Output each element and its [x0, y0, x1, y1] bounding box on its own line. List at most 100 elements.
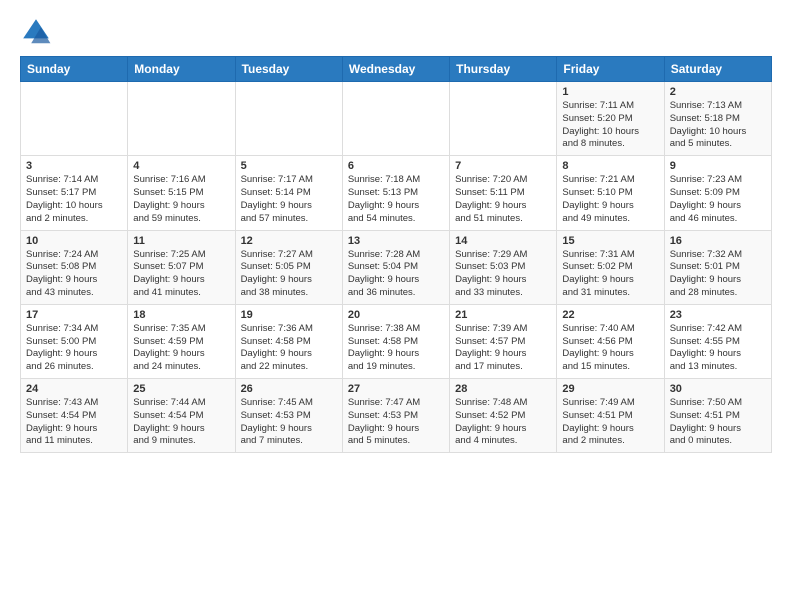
calendar-header-row: SundayMondayTuesdayWednesdayThursdayFrid… [21, 57, 772, 82]
day-number: 29 [562, 383, 658, 395]
calendar-day-cell: 18 Sunrise: 7:35 AM Sunset: 4:59 PM Dayli… [128, 304, 235, 378]
day-number: 8 [562, 160, 658, 172]
calendar-day-cell: 2 Sunrise: 7:13 AM Sunset: 5:18 PM Daylig… [664, 82, 771, 156]
calendar-week-row: 24 Sunrise: 7:43 AM Sunset: 4:54 PM Dayli… [21, 379, 772, 453]
day-info: Sunrise: 7:18 AM Sunset: 5:13 PM Dayligh… [348, 174, 444, 225]
calendar-day-cell: 22 Sunrise: 7:40 AM Sunset: 4:56 PM Dayli… [557, 304, 664, 378]
day-number: 17 [26, 309, 122, 321]
logo-icon [20, 16, 52, 48]
day-info: Sunrise: 7:45 AM Sunset: 4:53 PM Dayligh… [241, 397, 337, 448]
calendar-day-cell: 8 Sunrise: 7:21 AM Sunset: 5:10 PM Daylig… [557, 156, 664, 230]
day-info: Sunrise: 7:28 AM Sunset: 5:04 PM Dayligh… [348, 249, 444, 300]
day-number: 2 [670, 86, 766, 98]
day-number: 3 [26, 160, 122, 172]
day-number: 12 [241, 235, 337, 247]
calendar-day-cell: 6 Sunrise: 7:18 AM Sunset: 5:13 PM Daylig… [342, 156, 449, 230]
day-number: 26 [241, 383, 337, 395]
day-number: 24 [26, 383, 122, 395]
calendar-day-cell: 28 Sunrise: 7:48 AM Sunset: 4:52 PM Dayli… [450, 379, 557, 453]
calendar-day-cell: 3 Sunrise: 7:14 AM Sunset: 5:17 PM Daylig… [21, 156, 128, 230]
day-number: 14 [455, 235, 551, 247]
day-info: Sunrise: 7:13 AM Sunset: 5:18 PM Dayligh… [670, 100, 766, 151]
calendar-day-cell: 5 Sunrise: 7:17 AM Sunset: 5:14 PM Daylig… [235, 156, 342, 230]
day-number: 20 [348, 309, 444, 321]
calendar-day-cell: 12 Sunrise: 7:27 AM Sunset: 5:05 PM Dayli… [235, 230, 342, 304]
day-info: Sunrise: 7:47 AM Sunset: 4:53 PM Dayligh… [348, 397, 444, 448]
header [20, 16, 772, 48]
calendar-day-cell: 9 Sunrise: 7:23 AM Sunset: 5:09 PM Daylig… [664, 156, 771, 230]
calendar-day-cell: 15 Sunrise: 7:31 AM Sunset: 5:02 PM Dayli… [557, 230, 664, 304]
calendar-day-cell [128, 82, 235, 156]
day-info: Sunrise: 7:17 AM Sunset: 5:14 PM Dayligh… [241, 174, 337, 225]
calendar-day-cell: 11 Sunrise: 7:25 AM Sunset: 5:07 PM Dayli… [128, 230, 235, 304]
calendar-header-friday: Friday [557, 57, 664, 82]
day-number: 30 [670, 383, 766, 395]
day-number: 9 [670, 160, 766, 172]
calendar-day-cell: 16Sunrise: 7:32 AM Sunset: 5:01 PM Dayli… [664, 230, 771, 304]
page: SundayMondayTuesdayWednesdayThursdayFrid… [0, 0, 792, 463]
calendar-week-row: 1 Sunrise: 7:11 AM Sunset: 5:20 PM Daylig… [21, 82, 772, 156]
calendar-day-cell: 20 Sunrise: 7:38 AM Sunset: 4:58 PM Dayli… [342, 304, 449, 378]
day-number: 10 [26, 235, 122, 247]
calendar-day-cell: 4Sunrise: 7:16 AM Sunset: 5:15 PM Daylig… [128, 156, 235, 230]
calendar-day-cell: 25Sunrise: 7:44 AM Sunset: 4:54 PM Dayli… [128, 379, 235, 453]
day-info: Sunrise: 7:48 AM Sunset: 4:52 PM Dayligh… [455, 397, 551, 448]
logo [20, 16, 56, 48]
calendar-day-cell [450, 82, 557, 156]
day-info: Sunrise: 7:35 AM Sunset: 4:59 PM Dayligh… [133, 323, 229, 374]
day-number: 21 [455, 309, 551, 321]
day-number: 1 [562, 86, 658, 98]
calendar-day-cell: 21 Sunrise: 7:39 AM Sunset: 4:57 PM Dayli… [450, 304, 557, 378]
calendar-day-cell [235, 82, 342, 156]
day-info: Sunrise: 7:34 AM Sunset: 5:00 PM Dayligh… [26, 323, 122, 374]
day-info: Sunrise: 7:27 AM Sunset: 5:05 PM Dayligh… [241, 249, 337, 300]
calendar-day-cell [342, 82, 449, 156]
calendar-day-cell: 10 Sunrise: 7:24 AM Sunset: 5:08 PM Dayli… [21, 230, 128, 304]
calendar-header-sunday: Sunday [21, 57, 128, 82]
day-number: 28 [455, 383, 551, 395]
calendar-header-monday: Monday [128, 57, 235, 82]
calendar-header-saturday: Saturday [664, 57, 771, 82]
day-number: 19 [241, 309, 337, 321]
day-number: 15 [562, 235, 658, 247]
day-info: Sunrise: 7:38 AM Sunset: 4:58 PM Dayligh… [348, 323, 444, 374]
calendar-table: SundayMondayTuesdayWednesdayThursdayFrid… [20, 56, 772, 453]
day-info: Sunrise: 7:11 AM Sunset: 5:20 PM Dayligh… [562, 100, 658, 151]
day-info: Sunrise: 7:49 AM Sunset: 4:51 PM Dayligh… [562, 397, 658, 448]
day-info: Sunrise: 7:21 AM Sunset: 5:10 PM Dayligh… [562, 174, 658, 225]
day-info: Sunrise: 7:43 AM Sunset: 4:54 PM Dayligh… [26, 397, 122, 448]
day-info: Sunrise: 7:14 AM Sunset: 5:17 PM Dayligh… [26, 174, 122, 225]
calendar-day-cell: 27 Sunrise: 7:47 AM Sunset: 4:53 PM Dayli… [342, 379, 449, 453]
calendar-day-cell [21, 82, 128, 156]
day-number: 11 [133, 235, 229, 247]
calendar-header-thursday: Thursday [450, 57, 557, 82]
day-number: 22 [562, 309, 658, 321]
calendar-day-cell: 23Sunrise: 7:42 AM Sunset: 4:55 PM Dayli… [664, 304, 771, 378]
day-info: Sunrise: 7:39 AM Sunset: 4:57 PM Dayligh… [455, 323, 551, 374]
day-number: 16 [670, 235, 766, 247]
day-info: Sunrise: 7:23 AM Sunset: 5:09 PM Dayligh… [670, 174, 766, 225]
day-info: Sunrise: 7:24 AM Sunset: 5:08 PM Dayligh… [26, 249, 122, 300]
day-number: 18 [133, 309, 229, 321]
day-info: Sunrise: 7:31 AM Sunset: 5:02 PM Dayligh… [562, 249, 658, 300]
day-info: Sunrise: 7:25 AM Sunset: 5:07 PM Dayligh… [133, 249, 229, 300]
calendar-day-cell: 29 Sunrise: 7:49 AM Sunset: 4:51 PM Dayli… [557, 379, 664, 453]
day-number: 6 [348, 160, 444, 172]
calendar-day-cell: 1 Sunrise: 7:11 AM Sunset: 5:20 PM Daylig… [557, 82, 664, 156]
calendar-day-cell: 24 Sunrise: 7:43 AM Sunset: 4:54 PM Dayli… [21, 379, 128, 453]
day-number: 7 [455, 160, 551, 172]
calendar-header-tuesday: Tuesday [235, 57, 342, 82]
day-number: 13 [348, 235, 444, 247]
calendar-day-cell: 7Sunrise: 7:20 AM Sunset: 5:11 PM Daylig… [450, 156, 557, 230]
calendar-header-wednesday: Wednesday [342, 57, 449, 82]
day-number: 27 [348, 383, 444, 395]
calendar-week-row: 17 Sunrise: 7:34 AM Sunset: 5:00 PM Dayli… [21, 304, 772, 378]
calendar-day-cell: 26 Sunrise: 7:45 AM Sunset: 4:53 PM Dayli… [235, 379, 342, 453]
day-info: Sunrise: 7:36 AM Sunset: 4:58 PM Dayligh… [241, 323, 337, 374]
day-info: Sunrise: 7:40 AM Sunset: 4:56 PM Dayligh… [562, 323, 658, 374]
calendar-day-cell: 14Sunrise: 7:29 AM Sunset: 5:03 PM Dayli… [450, 230, 557, 304]
day-info: Sunrise: 7:50 AM Sunset: 4:51 PM Dayligh… [670, 397, 766, 448]
calendar-day-cell: 30 Sunrise: 7:50 AM Sunset: 4:51 PM Dayli… [664, 379, 771, 453]
day-number: 5 [241, 160, 337, 172]
calendar-day-cell: 19 Sunrise: 7:36 AM Sunset: 4:58 PM Dayli… [235, 304, 342, 378]
